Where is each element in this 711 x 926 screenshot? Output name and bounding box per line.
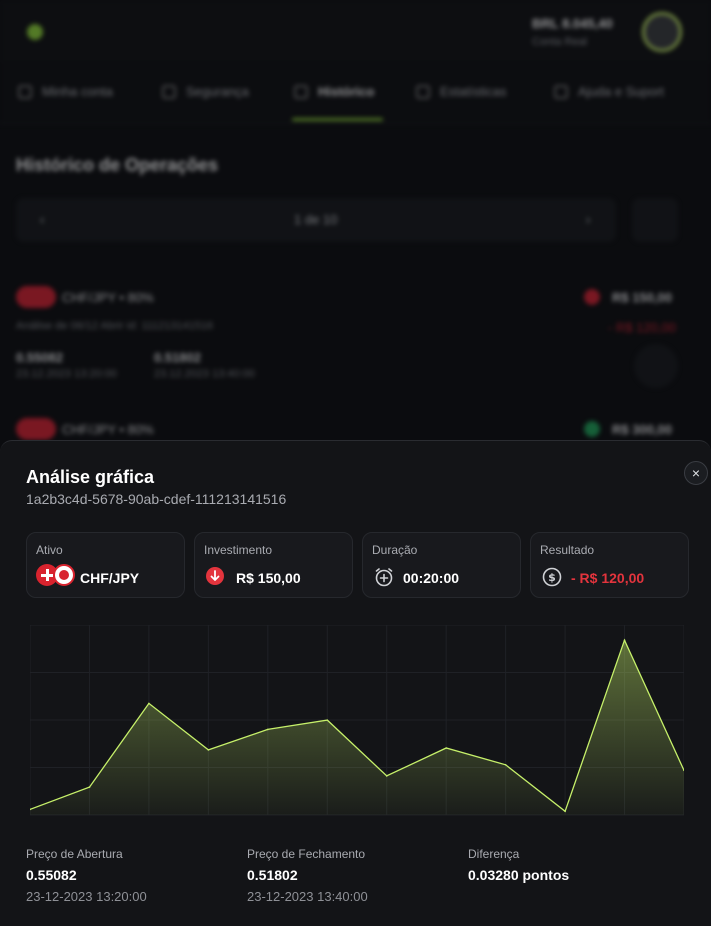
down-arrow-icon	[584, 289, 600, 305]
asset-value: CHF/JPY	[80, 570, 140, 586]
zoom-icon[interactable]	[634, 344, 678, 388]
chart-point	[504, 763, 507, 766]
dollar-coin-icon: $	[542, 567, 562, 587]
user-icon	[18, 84, 32, 99]
open-price-label: Preço de Abertura	[26, 847, 123, 861]
chart-point	[326, 719, 329, 721]
row-asset: CHF/JPY • 80%	[62, 290, 154, 305]
chart-analysis-modal: Análise gráfica 1a2b3c4d-5678-90ab-cdef-…	[0, 440, 711, 926]
chart-point	[207, 749, 210, 751]
duration-card: Duração 00:20:00	[362, 532, 521, 598]
result-card: Resultado $ - R$ 120,00	[530, 532, 689, 598]
pagination: ‹ 1 de 10 ›	[16, 198, 616, 242]
history-icon	[294, 84, 308, 99]
chart-point	[88, 786, 91, 788]
tab-history[interactable]: Histórico	[294, 84, 374, 99]
chart-area	[30, 640, 684, 815]
filter-button[interactable]	[632, 198, 678, 242]
close-price-stat: Preço de Fechamento 0.51802 23-12-2023 1…	[247, 847, 368, 904]
duration-label: Duração	[372, 543, 418, 557]
price-chart	[30, 625, 684, 816]
difference-stat: Diferença 0.03280 pontos	[468, 847, 569, 883]
chart-point	[267, 728, 269, 731]
chart-point	[564, 810, 566, 813]
nav-tabs: Minha conta Segurança Histórico Estatíst…	[0, 62, 711, 124]
tab-statistics[interactable]: Estatísticas	[416, 84, 506, 99]
row-result: - R$ 120,00	[608, 320, 676, 335]
row-asset: CHF/JPY • 80%	[62, 422, 154, 437]
investment-value: R$ 150,00	[236, 570, 301, 586]
pair-flag-icon	[16, 418, 56, 440]
tab-my-account[interactable]: Minha conta	[18, 84, 113, 99]
result-label: Resultado	[540, 543, 595, 557]
arrow-down-icon	[206, 567, 224, 585]
asset-card: Ativo CHF/JPY	[26, 532, 185, 598]
page-indicator: 1 de 10	[294, 212, 338, 227]
row-meta: Análise de 06/12 Abrir id: 111213141516	[16, 320, 214, 332]
investment-label: Investimento	[204, 543, 273, 557]
avatar[interactable]	[642, 12, 682, 52]
row-amount: R$ 300,00	[612, 422, 672, 437]
row-close-date: 23.12.2023 13:40:00	[154, 368, 255, 380]
alarm-clock-icon	[375, 568, 393, 587]
svg-text:$: $	[548, 571, 556, 584]
chart-point	[445, 747, 447, 749]
row-amount: R$ 150,00	[612, 290, 672, 305]
top-bar: BRL 8.045,40 Conta Real	[0, 0, 711, 62]
close-price-label: Preço de Fechamento	[247, 847, 366, 861]
prev-page-button[interactable]: ‹	[40, 212, 44, 227]
tab-security[interactable]: Segurança	[162, 84, 249, 99]
logo[interactable]	[27, 24, 43, 40]
account-type[interactable]: Conta Real	[532, 36, 587, 48]
difference-label: Diferença	[468, 847, 520, 861]
investment-card: Investimento R$ 150,00	[194, 532, 353, 598]
chart-point	[623, 639, 626, 641]
tab-help[interactable]: Ajuda e Suport	[554, 84, 664, 99]
operation-id: 1a2b3c4d-5678-90ab-cdef-111213141516	[26, 491, 287, 507]
row-open-price: 0.55082	[16, 350, 63, 365]
open-price-stat: Preço de Abertura 0.55082 23-12-2023 13:…	[26, 847, 147, 904]
chart-point	[385, 775, 388, 777]
row-close-price: 0.51802	[154, 350, 201, 365]
section-title[interactable]: Histórico de Operações	[16, 155, 218, 176]
next-page-button[interactable]: ›	[586, 212, 590, 227]
open-date: 23-12-2023 13:20:00	[26, 889, 147, 904]
japan-flag-icon	[53, 564, 75, 586]
chf-jpy-flag-icon	[36, 564, 76, 586]
open-price-value: 0.55082	[26, 867, 77, 883]
result-value: - R$ 120,00	[571, 570, 645, 586]
pair-flag-icon	[16, 286, 56, 308]
balance-amount[interactable]: BRL 8.045,40	[532, 16, 613, 31]
modal-title: Análise gráfica	[26, 467, 155, 487]
asset-label: Ativo	[36, 543, 63, 557]
chart-icon	[416, 84, 430, 99]
up-arrow-icon	[584, 421, 600, 437]
help-icon	[554, 84, 568, 99]
close-price-value: 0.51802	[247, 867, 298, 883]
close-date: 23-12-2023 13:40:00	[247, 889, 368, 904]
chart-point	[148, 702, 150, 705]
row-open-date: 23.12.2023 13:20:00	[16, 368, 117, 380]
shield-icon	[162, 84, 176, 99]
active-tab-indicator	[292, 118, 383, 121]
duration-value: 00:20:00	[403, 570, 460, 586]
difference-value: 0.03280 pontos	[468, 867, 570, 883]
close-button[interactable]: ×	[684, 461, 708, 485]
